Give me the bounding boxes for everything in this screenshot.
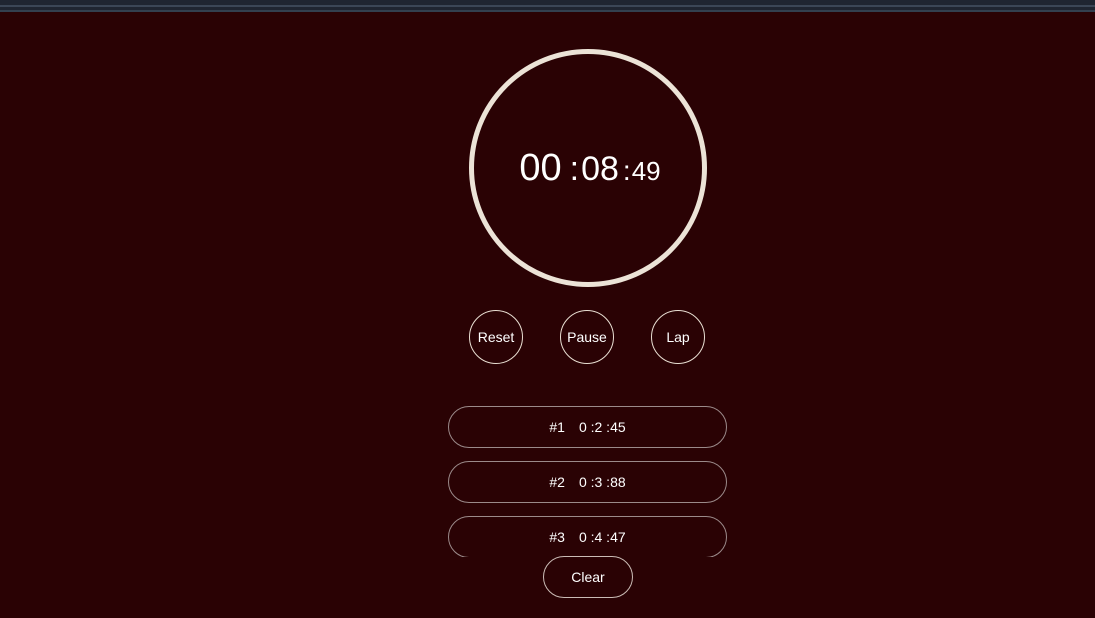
clear-button[interactable]: Clear xyxy=(543,556,633,598)
lap-button[interactable]: Lap xyxy=(651,310,705,364)
lap-number: #2 xyxy=(549,474,565,490)
lap-item: #3 0 :4 :47 xyxy=(448,516,727,557)
seconds-value: 08 xyxy=(581,149,619,188)
lap-time: 0 :4 :47 xyxy=(578,529,626,545)
lap-time: 0 :3 :88 xyxy=(578,474,626,490)
browser-top-bar xyxy=(0,0,1095,12)
time-separator: : xyxy=(622,154,631,186)
lap-number: #1 xyxy=(549,419,565,435)
top-bar-divider xyxy=(0,5,1095,7)
time-separator: : xyxy=(569,149,580,188)
lap-time: 0 :2 :45 xyxy=(578,419,626,435)
milliseconds-value: 49 xyxy=(631,155,661,186)
lap-item: #1 0 :2 :45 xyxy=(448,406,727,448)
lap-item: #2 0 :3 :88 xyxy=(448,461,727,503)
lap-number: #3 xyxy=(549,529,565,545)
pause-button[interactable]: Pause xyxy=(560,310,614,364)
stopwatch-app: 00 : 08 : 49 Reset Pause Lap #1 0 :2 :45… xyxy=(0,12,1095,618)
minutes-value: 00 xyxy=(519,146,562,189)
reset-button[interactable]: Reset xyxy=(469,310,523,364)
stopwatch-dial: 00 : 08 : 49 xyxy=(469,49,707,287)
control-buttons: Reset Pause Lap xyxy=(469,310,707,366)
time-display: 00 : 08 : 49 xyxy=(519,147,660,190)
lap-list[interactable]: #1 0 :2 :45 #2 0 :3 :88 #3 0 :4 :47 xyxy=(448,406,727,557)
